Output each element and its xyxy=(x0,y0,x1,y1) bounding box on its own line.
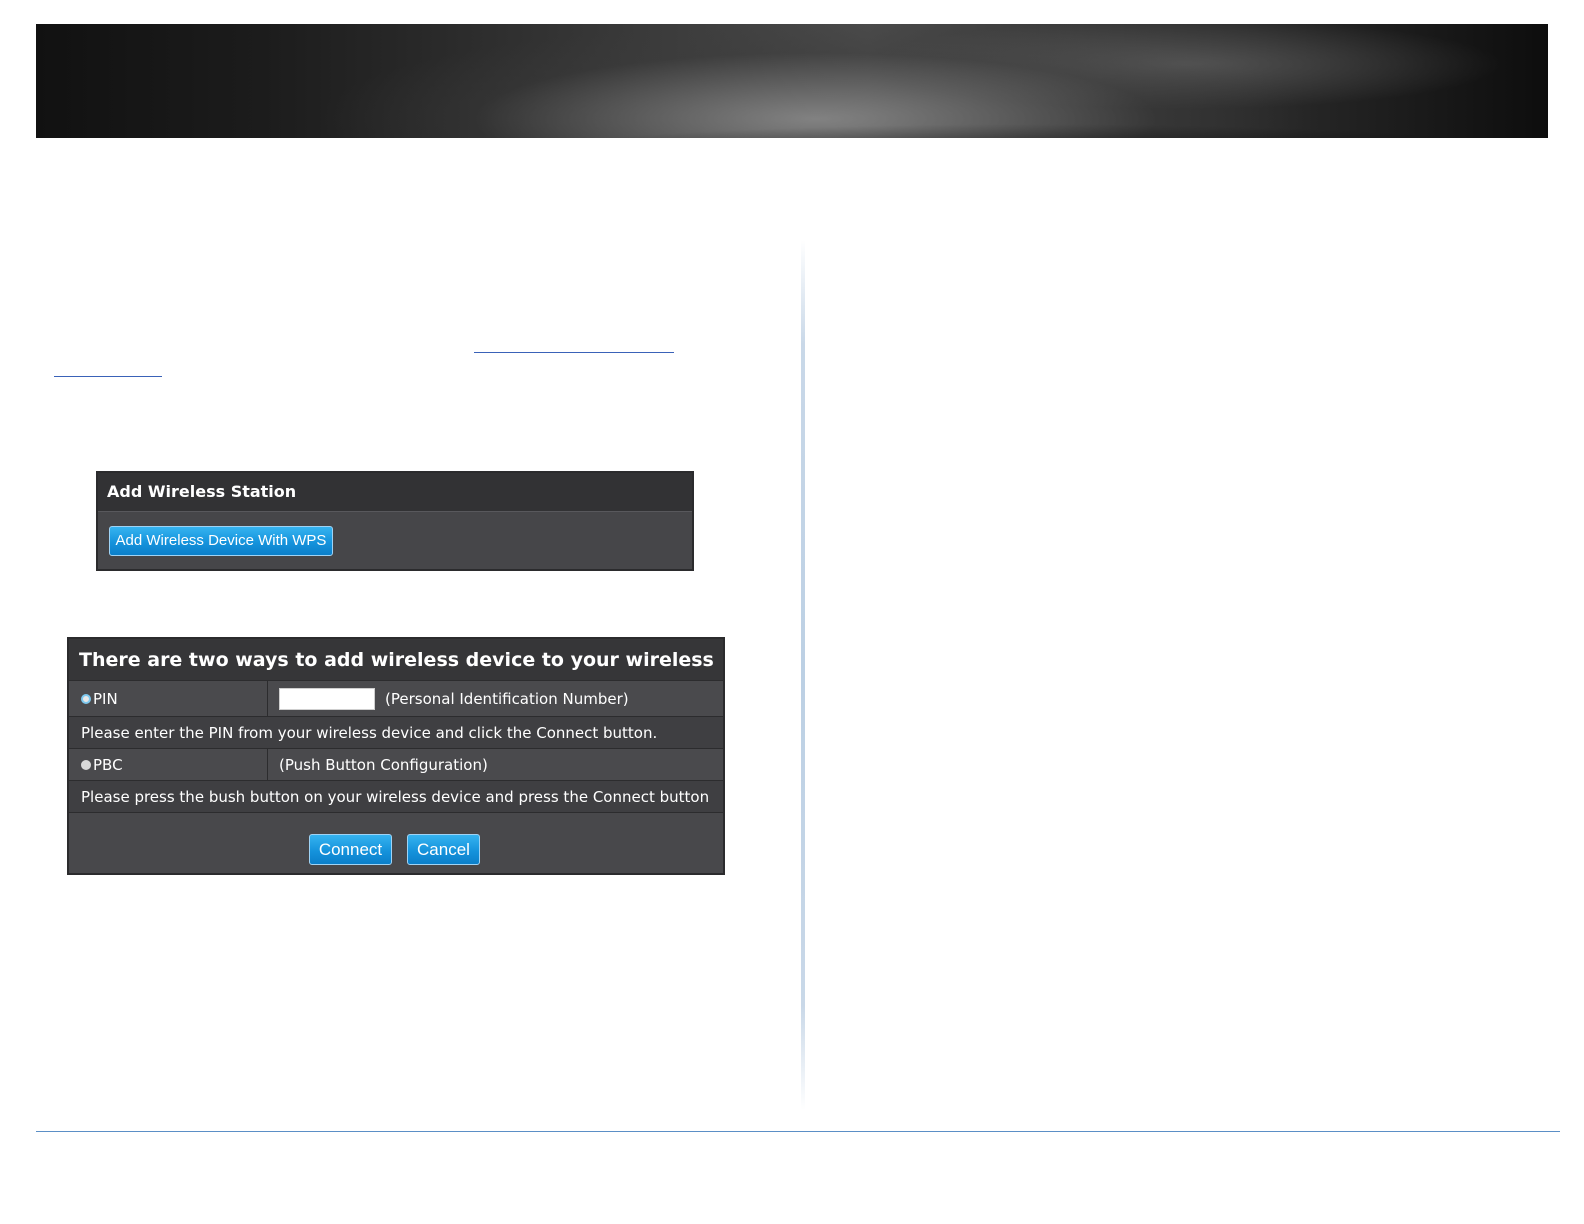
hyperlink-underline[interactable] xyxy=(474,352,674,353)
add-wireless-station-panel: Add Wireless Station Add Wireless Device… xyxy=(96,471,694,571)
pin-label: PIN xyxy=(93,689,118,708)
footer-rule xyxy=(36,1131,1560,1132)
pin-input-cell: (Personal Identification Number) xyxy=(269,681,723,716)
panel-title: Add Wireless Station xyxy=(98,473,692,512)
pin-option-row: PIN (Personal Identification Number) xyxy=(69,681,723,717)
pbc-instruction: Please press the bush button on your wir… xyxy=(69,781,723,813)
pin-input[interactable] xyxy=(279,687,375,710)
connect-button[interactable]: Connect xyxy=(309,834,392,865)
pin-description: (Personal Identification Number) xyxy=(385,689,629,708)
pbc-description-cell: (Push Button Configuration) xyxy=(269,749,723,780)
pbc-radio-unselected-icon[interactable] xyxy=(81,759,91,770)
banner-swoosh xyxy=(36,98,1548,138)
wps-method-dialog: There are two ways to add wireless devic… xyxy=(67,637,725,875)
pbc-description: (Push Button Configuration) xyxy=(279,755,488,774)
column-divider xyxy=(801,240,805,1110)
pbc-option-row: PBC (Push Button Configuration) xyxy=(69,749,723,781)
cancel-button[interactable]: Cancel xyxy=(407,834,480,865)
pbc-radio-cell[interactable]: PBC xyxy=(69,749,268,780)
pbc-label: PBC xyxy=(93,755,123,774)
add-wireless-device-wps-button[interactable]: Add Wireless Device With WPS xyxy=(109,526,333,556)
hyperlink-underline-continued[interactable] xyxy=(54,376,162,377)
pin-instruction: Please enter the PIN from your wireless … xyxy=(69,717,723,749)
header-banner xyxy=(36,24,1548,138)
pin-radio-selected-icon[interactable] xyxy=(81,693,91,704)
dialog-title: There are two ways to add wireless devic… xyxy=(69,639,723,713)
pin-radio-cell[interactable]: PIN xyxy=(69,681,268,716)
